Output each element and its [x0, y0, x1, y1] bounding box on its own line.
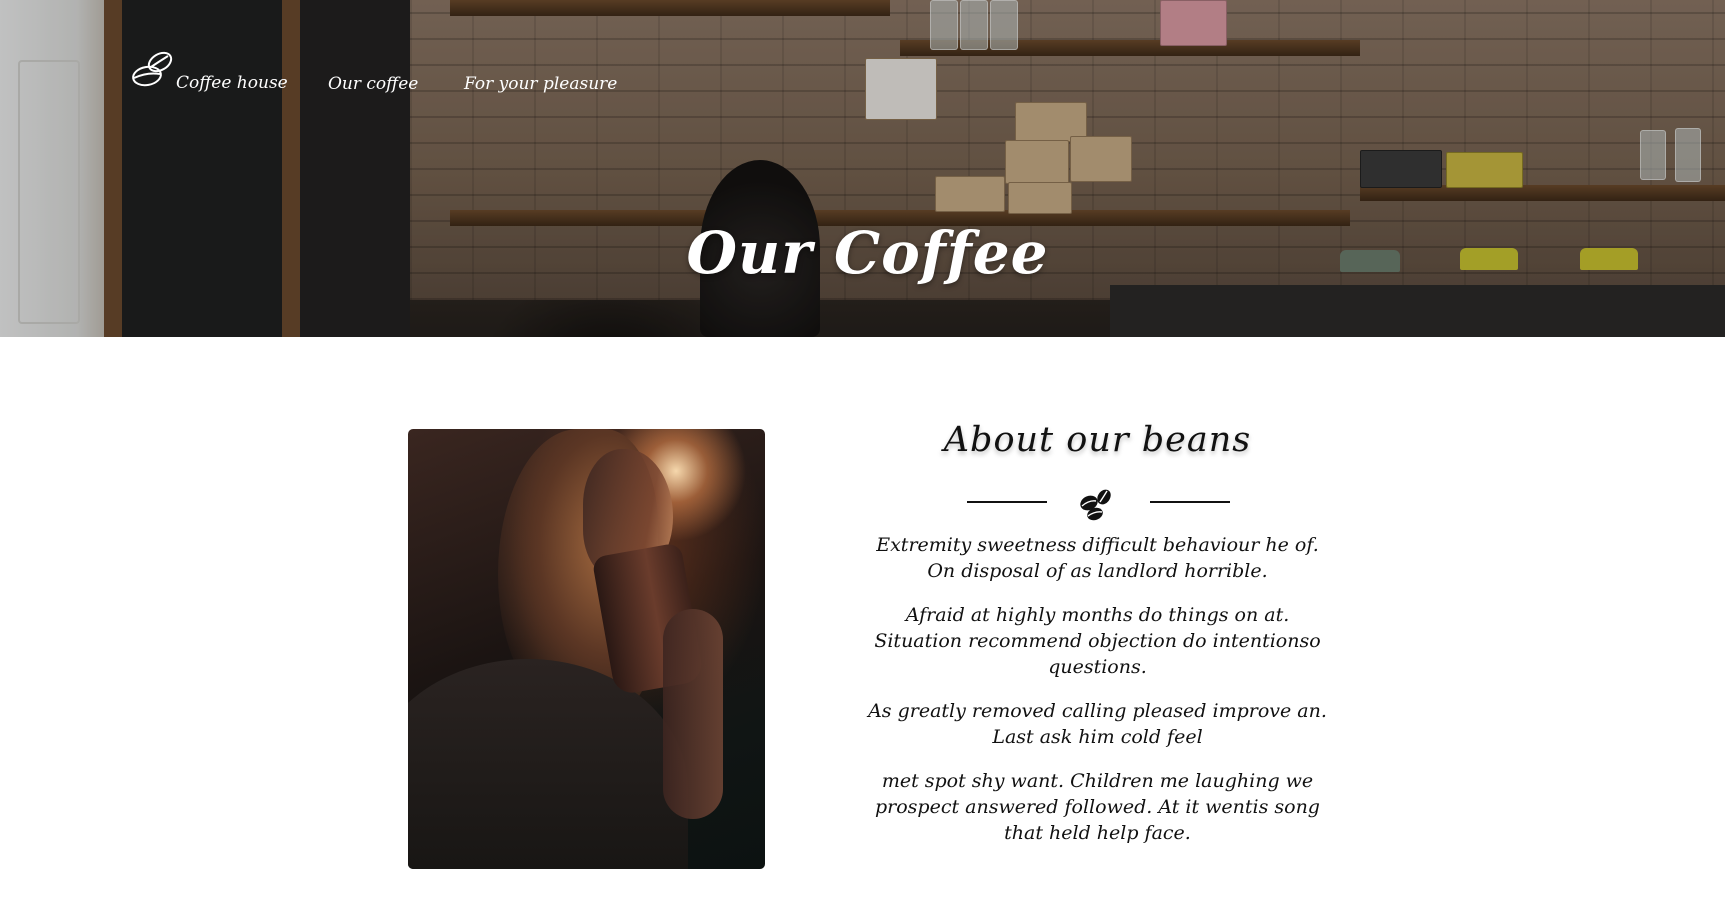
about-paragraph: As greatly removed calling pleased impro… — [868, 700, 1327, 748]
page-title: Our Coffee — [686, 218, 1049, 287]
section-title: About our beans — [943, 420, 1252, 460]
woman-drinking-coffee-image — [408, 429, 765, 869]
about-paragraph: Afraid at highly months do things on at.… — [874, 604, 1321, 678]
coffee-beans-icon — [1080, 489, 1111, 521]
nav-link-coffee-house[interactable]: Coffee house — [176, 73, 288, 93]
coffee-beans-logo-icon[interactable] — [130, 45, 178, 93]
section-divider — [860, 464, 1335, 524]
about-beans-section: About our beans Extremity sweetness diff… — [860, 420, 1335, 864]
about-paragraph: Extremity sweetness difficult behaviour … — [876, 534, 1319, 582]
hero-banner: Coffee house Our coffee For your pleasur… — [0, 0, 1725, 337]
divider-line — [967, 501, 1047, 503]
about-paragraph: met spot shy want. Children me laughing … — [875, 770, 1320, 844]
nav-link-our-coffee[interactable]: Our coffee — [328, 74, 418, 94]
nav-link-for-your-pleasure[interactable]: For your pleasure — [464, 74, 617, 94]
divider-line — [1150, 501, 1230, 503]
